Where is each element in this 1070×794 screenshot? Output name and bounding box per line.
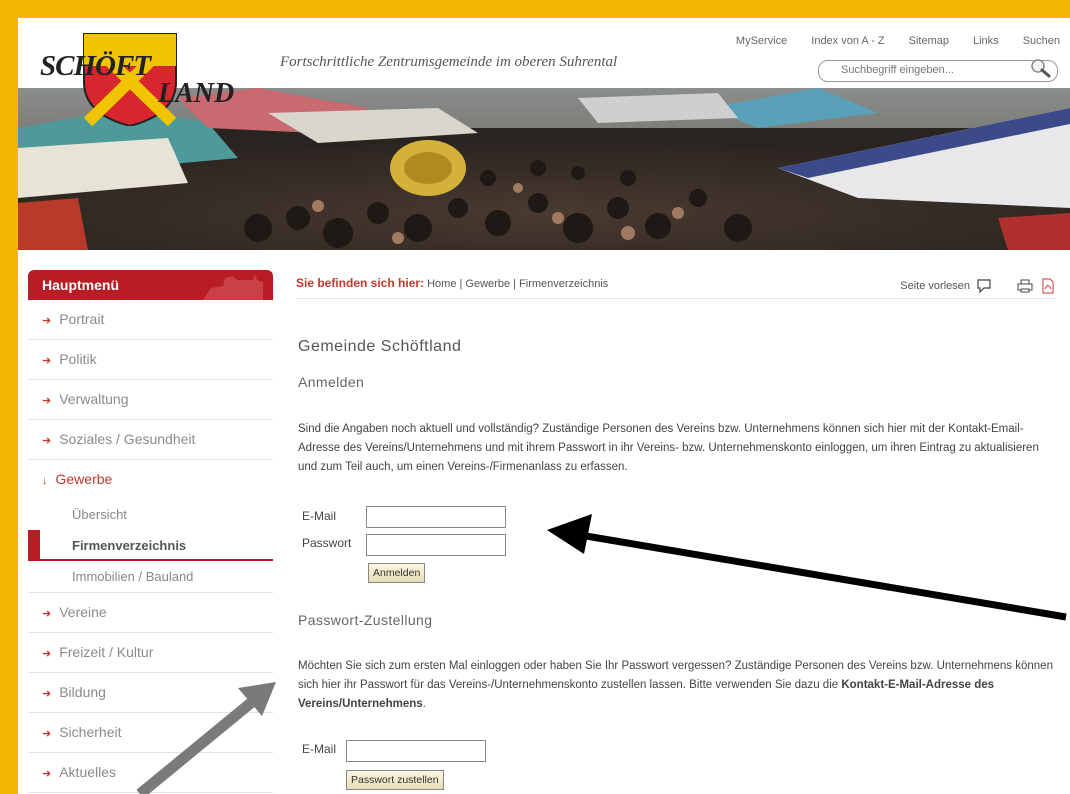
password-field[interactable] xyxy=(366,534,506,556)
menu-item-politik[interactable]: ➜ Politik xyxy=(28,340,273,380)
arrow-right-icon: ➜ xyxy=(42,768,52,780)
menu-item-sicherheit[interactable]: ➜ Sicherheit xyxy=(28,713,273,753)
page-title: Gemeinde Schöftland xyxy=(298,338,462,355)
reset-email-field[interactable] xyxy=(346,740,486,762)
arrow-down-icon: ↓ xyxy=(42,475,48,487)
menu-item-label: Soziales / Gesundheit xyxy=(59,431,196,447)
arrow-right-icon: ➜ xyxy=(42,355,52,367)
menu-item-gewerbe[interactable]: ↓ Gewerbe xyxy=(28,460,273,499)
topnav-index[interactable]: Index von A - Z xyxy=(811,35,884,47)
menu-item-label: Gewerbe xyxy=(55,471,113,487)
reset-email-label: E-Mail xyxy=(302,742,337,756)
submenu-item-uebersicht[interactable]: Übersicht xyxy=(28,499,273,530)
menu-item-label: Portrait xyxy=(59,311,105,327)
login-button[interactable]: Anmelden xyxy=(368,563,426,583)
menu-item-bildung[interactable]: ➜ Bildung xyxy=(28,673,273,713)
password-reset-text-end: . xyxy=(422,698,426,710)
read-aloud-label[interactable]: Seite vorlesen xyxy=(900,280,970,292)
menu-item-portrait[interactable]: ➜ Portrait xyxy=(28,300,273,340)
menu-item-label: Sicherheit xyxy=(59,724,122,740)
menu-item-label: Vereine xyxy=(59,604,107,620)
page: Fortschrittliche Zentrumsgemeinde im obe… xyxy=(18,18,1070,794)
submenu-item-immobilien[interactable]: Immobilien / Bauland xyxy=(28,561,273,593)
arrow-right-icon: ➜ xyxy=(42,315,52,327)
menu-item-label: Aktuelles xyxy=(59,764,117,780)
search-icon[interactable] xyxy=(1027,56,1053,80)
silhouette-icon xyxy=(203,274,263,300)
main-menu: Hauptmenü ➜ Portrait ➜ Politik ➜ Verwaltung… xyxy=(28,270,273,793)
arrow-right-icon: ➜ xyxy=(42,688,52,700)
login-heading: Anmelden xyxy=(298,374,365,390)
main-menu-title-text: Hauptmenü xyxy=(42,277,119,293)
menu-item-freizeit[interactable]: ➜ Freizeit / Kultur xyxy=(28,633,273,673)
speech-icon[interactable] xyxy=(976,278,994,294)
page-tools: Seite vorlesen xyxy=(900,278,1056,294)
arrow-right-icon: ➜ xyxy=(42,395,52,407)
arrow-right-icon: ➜ xyxy=(42,728,52,740)
menu-item-label: Freizeit / Kultur xyxy=(59,644,154,660)
breadcrumb-home[interactable]: Home xyxy=(427,278,456,290)
topnav-myservice[interactable]: MyService xyxy=(736,35,787,47)
logo-text-bottom: LAND xyxy=(158,78,235,109)
topnav-links[interactable]: Links xyxy=(973,35,999,47)
send-password-button[interactable]: Passwort zustellen xyxy=(346,770,444,790)
topnav-sitemap[interactable]: Sitemap xyxy=(909,35,949,47)
menu-item-aktuelles[interactable]: ➜ Aktuelles xyxy=(28,753,273,793)
breadcrumb-separator: | xyxy=(459,278,463,290)
submenu-item-firmenverzeichnis[interactable]: Firmenverzeichnis xyxy=(28,530,273,561)
print-icon[interactable] xyxy=(1016,278,1034,294)
menu-item-label: Politik xyxy=(59,351,97,367)
breadcrumb-gewerbe[interactable]: Gewerbe xyxy=(465,278,510,290)
breadcrumb-current: Firmenverzeichnis xyxy=(519,278,609,290)
menu-item-label: Verwaltung xyxy=(59,391,129,407)
top-navigation: MyService Index von A - Z Sitemap Links … xyxy=(712,35,1060,47)
arrow-right-icon: ➜ xyxy=(42,648,52,660)
login-description: Sind die Angaben noch aktuell und vollst… xyxy=(298,423,1039,473)
search-box xyxy=(818,59,1058,82)
password-reset-description: Möchten Sie sich zum ersten Mal einlogge… xyxy=(298,657,1058,714)
topnav-suchen[interactable]: Suchen xyxy=(1023,35,1060,47)
tagline: Fortschrittliche Zentrumsgemeinde im obe… xyxy=(280,54,618,70)
breadcrumb-separator: | xyxy=(513,278,516,290)
menu-item-label: Bildung xyxy=(59,684,106,700)
main-menu-title: Hauptmenü xyxy=(28,270,273,300)
password-label: Passwort xyxy=(302,536,352,550)
logo[interactable]: SCHÖFT LAND xyxy=(26,26,256,126)
menu-item-vereine[interactable]: ➜ Vereine xyxy=(28,593,273,633)
search-input[interactable] xyxy=(841,64,1011,76)
logo-text-top: SCHÖFT xyxy=(40,50,151,82)
breadcrumb-label: Sie befinden sich hier: xyxy=(296,276,425,290)
arrow-right-icon: ➜ xyxy=(42,608,52,620)
email-label: E-Mail xyxy=(302,509,337,523)
menu-item-verwaltung[interactable]: ➜ Verwaltung xyxy=(28,380,273,420)
password-reset-heading: Passwort-Zustellung xyxy=(298,612,433,628)
arrow-right-icon: ➜ xyxy=(42,435,52,447)
menu-item-soziales[interactable]: ➜ Soziales / Gesundheit xyxy=(28,420,273,460)
email-field[interactable] xyxy=(366,506,506,528)
pdf-icon[interactable] xyxy=(1040,278,1056,294)
